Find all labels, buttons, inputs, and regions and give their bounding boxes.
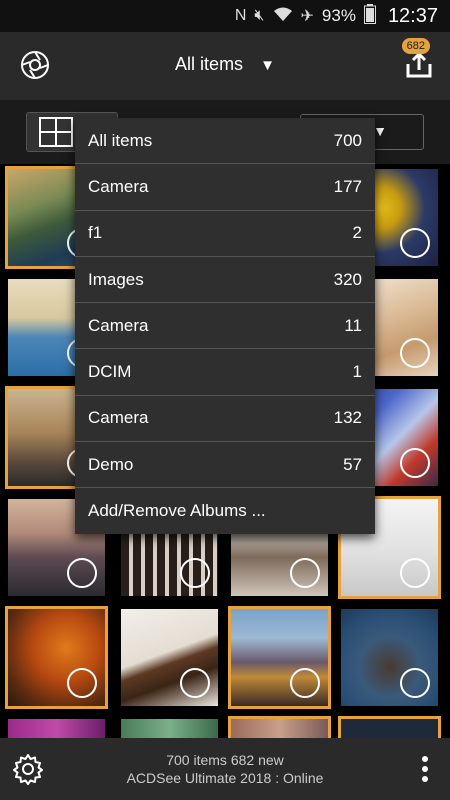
menu-item-images[interactable]: Images 320 — [75, 257, 375, 304]
select-circle[interactable] — [400, 668, 430, 698]
select-circle[interactable] — [180, 558, 210, 588]
select-circle[interactable] — [290, 668, 320, 698]
thumbnail-city-night[interactable] — [228, 606, 331, 709]
status-info: 700 items 682 new ACDSee Ultimate 2018 :… — [0, 751, 450, 787]
select-circle[interactable] — [180, 668, 210, 698]
app-bar: All items ▼ 682 — [0, 32, 450, 100]
wifi-icon — [273, 6, 293, 27]
airplane-icon: ✈ — [300, 8, 314, 25]
album-dropdown-menu: All items 700 Camera 177 f1 2 Images 320… — [75, 118, 375, 535]
menu-item-label: DCIM — [88, 362, 132, 382]
menu-item-count: 320 — [333, 269, 362, 289]
menu-item-demo[interactable]: Demo 57 — [75, 442, 375, 489]
menu-item-label: Camera — [88, 408, 149, 428]
menu-item-label: All items — [88, 130, 153, 150]
select-circle[interactable] — [400, 338, 430, 368]
thumbnail-clouds[interactable] — [228, 716, 331, 738]
mute-icon: 🔇︎ — [254, 7, 265, 24]
thumbnail-tree-sky[interactable] — [338, 606, 441, 709]
thumbnail-cake[interactable] — [118, 606, 221, 709]
thumbnail-autumn[interactable] — [5, 606, 108, 709]
product-status: ACDSee Ultimate 2018 : Online — [126, 770, 324, 786]
menu-item-label: f1 — [88, 223, 103, 243]
bottom-bar: 700 items 682 new ACDSee Ultimate 2018 :… — [0, 738, 450, 800]
menu-item-count: 1 — [352, 362, 362, 382]
menu-item-all-items[interactable]: All items 700 — [75, 118, 375, 165]
menu-item-dcim[interactable]: DCIM 1 — [75, 349, 375, 396]
menu-item-count: 11 — [344, 315, 362, 335]
menu-item-camera[interactable]: Camera 132 — [75, 396, 375, 443]
select-circle[interactable] — [400, 228, 430, 258]
select-circle[interactable] — [400, 448, 430, 478]
thumbnail-flowers[interactable] — [5, 716, 108, 738]
nfc-icon: N — [234, 7, 247, 24]
album-title: All items — [175, 54, 244, 74]
menu-item-count: 2 — [352, 223, 362, 243]
items-summary: 700 items 682 new — [166, 752, 284, 768]
menu-item-count: 177 — [333, 176, 362, 196]
menu-item-count: 57 — [343, 454, 362, 474]
add-remove-albums-item[interactable]: Add/Remove Albums ... — [75, 488, 375, 534]
menu-item-camera[interactable]: Camera 11 — [75, 303, 375, 350]
upload-icon[interactable] — [404, 50, 434, 80]
thumbnail-green[interactable] — [118, 716, 221, 738]
select-circle[interactable] — [67, 558, 97, 588]
thumbnail-dark[interactable] — [338, 716, 441, 738]
menu-item-count: 700 — [333, 130, 362, 150]
more-options-icon[interactable] — [422, 756, 428, 782]
menu-item-label: Camera — [88, 315, 149, 335]
grid-view-icon — [39, 117, 73, 147]
album-selector[interactable]: All items ▼ — [0, 54, 450, 75]
select-circle[interactable] — [67, 668, 97, 698]
menu-item-label: Demo — [88, 454, 134, 474]
menu-item-camera[interactable]: Camera 177 — [75, 164, 375, 211]
menu-item-label: Camera — [88, 176, 149, 196]
caret-down-icon: ▼ — [373, 123, 387, 139]
caret-down-icon: ▼ — [260, 57, 275, 74]
menu-item-count: 132 — [333, 408, 362, 428]
battery-percent: 93% — [321, 6, 356, 25]
clock: 12:37 — [387, 4, 438, 27]
status-bar: N 🔇︎ ✈ 93% 12:37 — [0, 0, 450, 32]
menu-item-label: Images — [88, 269, 144, 289]
select-circle[interactable] — [290, 558, 320, 588]
battery-icon — [363, 3, 376, 29]
select-circle[interactable] — [400, 558, 430, 588]
menu-item-f1[interactable]: f1 2 — [75, 211, 375, 257]
upload-badge: 682 — [401, 38, 430, 54]
